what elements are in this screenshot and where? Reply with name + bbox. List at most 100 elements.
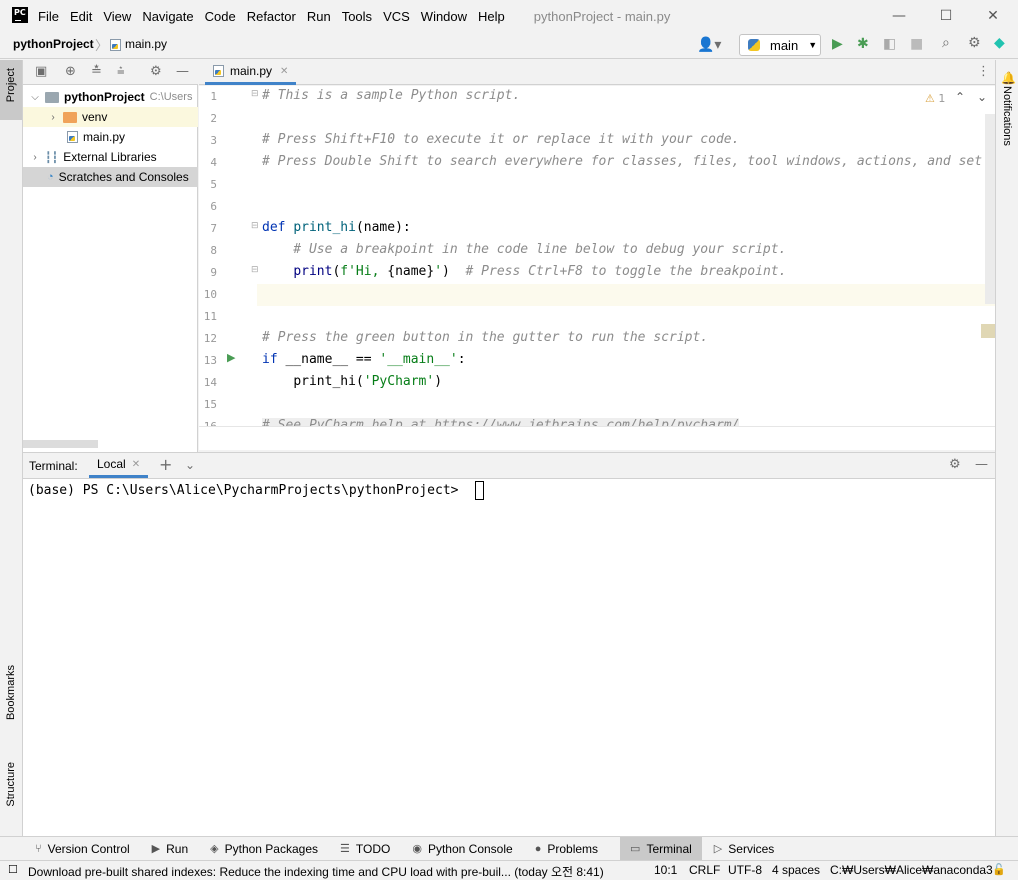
- tool-tab-structure[interactable]: Structure: [5, 762, 17, 807]
- python-interpreter[interactable]: C:₩Users₩Alice₩anaconda3: [830, 863, 993, 877]
- horizontal-scrollbar[interactable]: [23, 440, 98, 448]
- terminal-tab-local[interactable]: Local ✕: [89, 453, 149, 478]
- breadcrumb-project[interactable]: pythonProject: [13, 37, 94, 51]
- previous-highlight-icon[interactable]: ⌃: [955, 90, 965, 104]
- window-title: pythonProject - main.py: [533, 8, 671, 24]
- menu-refactor[interactable]: Refactor: [247, 9, 296, 24]
- tree-item-main-py[interactable]: main.py: [23, 127, 198, 147]
- new-tab-plus-icon[interactable]: +: [159, 457, 172, 473]
- terminal-settings-gear-icon[interactable]: ⚙: [949, 457, 961, 473]
- tool-todo[interactable]: ☰ TODO: [340, 837, 400, 861]
- tool-run[interactable]: ▶ Run: [152, 837, 198, 861]
- tree-item-scratches[interactable]: ◔ Scratches and Consoles: [23, 167, 198, 187]
- chevron-right-icon[interactable]: ›: [29, 152, 41, 163]
- menu-help[interactable]: Help: [478, 9, 505, 24]
- user-icon[interactable]: 👤▾: [697, 37, 721, 53]
- fold-icon[interactable]: ⊟: [251, 89, 259, 99]
- menu-code[interactable]: Code: [205, 9, 236, 24]
- services-icon: ▷: [713, 843, 723, 855]
- tool-label: Problems: [547, 841, 599, 856]
- settings-gear-icon[interactable]: ⚙: [968, 35, 981, 51]
- select-opened-file-icon[interactable]: ▣: [35, 64, 47, 80]
- tree-item-project-root[interactable]: ⌵ pythonProject C:\Users: [23, 87, 198, 107]
- coverage-icon[interactable]: ◧: [883, 36, 896, 52]
- menu-file[interactable]: File: [38, 9, 59, 24]
- warning-indicator[interactable]: ⚠ 1: [925, 92, 945, 105]
- menu-window[interactable]: Window: [421, 9, 467, 24]
- tool-tab-notifications[interactable]: Notifications: [1001, 86, 1013, 146]
- stop-icon[interactable]: ■: [910, 36, 923, 52]
- run-icon[interactable]: ▶: [832, 36, 843, 52]
- menu-vcs[interactable]: VCS: [383, 9, 410, 24]
- caret-position[interactable]: 10:1: [654, 863, 677, 877]
- fold-icon[interactable]: ⊟: [251, 221, 259, 231]
- indent-setting[interactable]: 4 spaces: [772, 863, 820, 877]
- tool-window-bar: ⑂ Version Control ▶ Run ◈ Python Packages ☰…: [0, 836, 1018, 861]
- editor-tab-bar: main.py ✕ ⋮: [199, 60, 995, 85]
- hide-panel-icon[interactable]: —: [176, 64, 189, 80]
- menu-tools[interactable]: Tools: [342, 9, 372, 24]
- code-line-9: print(f'Hi, {name}') # Press Ctrl+F8 to …: [293, 264, 787, 279]
- line-number: 9: [210, 266, 217, 279]
- scratches-icon: ◔: [47, 171, 54, 183]
- menu-edit[interactable]: Edit: [70, 9, 92, 24]
- menu-view[interactable]: View: [103, 9, 131, 24]
- run-gutter-icon[interactable]: ▶: [227, 351, 235, 364]
- line-separator[interactable]: CRLF: [689, 863, 720, 877]
- maximize-icon[interactable]: ☐: [936, 6, 956, 26]
- chevron-down-icon[interactable]: ⌵: [29, 92, 41, 103]
- status-message[interactable]: Download pre-built shared indexes: Reduc…: [28, 863, 604, 880]
- more-options-icon[interactable]: ⋮: [977, 64, 990, 80]
- status-toggle-icon[interactable]: ☐: [8, 863, 18, 876]
- tree-item-external-libraries[interactable]: › ┇┇ External Libraries: [23, 147, 198, 167]
- tree-item-scratches-label: Scratches and Consoles: [58, 170, 189, 184]
- tree-item-venv-label: venv: [82, 110, 108, 124]
- code-line-4: # Press Double Shift to search everywher…: [262, 154, 983, 169]
- search-icon[interactable]: ⌕: [942, 35, 950, 51]
- chevron-down-icon[interactable]: ⌄: [185, 457, 195, 473]
- terminal-output[interactable]: (base) PS C:\Users\Alice\PycharmProjects…: [23, 479, 995, 836]
- tool-tab-bookmarks[interactable]: Bookmarks: [5, 665, 17, 720]
- tool-python-console[interactable]: ◉ Python Console: [412, 837, 522, 861]
- menu-navigate[interactable]: Navigate: [142, 9, 193, 24]
- tool-version-control[interactable]: ⑂ Version Control: [35, 837, 140, 861]
- status-bar: ☐ Download pre-built shared indexes: Red…: [0, 860, 1018, 880]
- project-panel: ▣ ⊕ ≛ ⩮ ⚙ — ⌵ pythonProject C:\Users › v…: [23, 60, 198, 452]
- vertical-scrollbar[interactable]: [985, 114, 995, 304]
- hide-terminal-icon[interactable]: —: [975, 457, 988, 473]
- lock-icon[interactable]: 🔓: [992, 863, 1006, 876]
- chevron-right-icon[interactable]: ›: [47, 112, 59, 123]
- tool-python-packages[interactable]: ◈ Python Packages: [210, 837, 328, 861]
- locate-icon[interactable]: ⊕: [65, 64, 76, 80]
- tab-main-py[interactable]: main.py ✕: [205, 60, 297, 85]
- jetbrains-ai-icon[interactable]: ◆: [994, 35, 1005, 51]
- bell-icon[interactable]: 🔔: [1001, 70, 1016, 86]
- tree-item-venv[interactable]: › venv: [23, 107, 198, 127]
- branch-icon: ⑂: [35, 842, 42, 855]
- gutter: 1 2 3 4 5 6 7 8 9 10 11 12 13 14 15 16 ▶…: [199, 86, 259, 426]
- file-encoding[interactable]: UTF-8: [728, 863, 762, 877]
- tree-item-external-libraries-label: External Libraries: [63, 150, 157, 164]
- code-line-16: # See PyCharm help at https://www.jetbra…: [262, 418, 740, 426]
- close-window-icon[interactable]: ✕: [983, 6, 1003, 26]
- close-tab-icon[interactable]: ✕: [280, 66, 288, 77]
- menu-run[interactable]: Run: [307, 9, 331, 24]
- collapse-all-icon[interactable]: ⩮: [117, 64, 125, 80]
- tool-services[interactable]: ▷ Services: [714, 837, 784, 861]
- breadcrumb-file[interactable]: main.py: [125, 37, 167, 51]
- chevron-down-icon: ▼: [808, 40, 818, 50]
- next-highlight-icon[interactable]: ⌄: [977, 90, 987, 104]
- tool-terminal[interactable]: ▭ Terminal: [620, 836, 702, 861]
- expand-all-icon[interactable]: ≛: [91, 64, 102, 80]
- code-editor[interactable]: 1 2 3 4 5 6 7 8 9 10 11 12 13 14 15 16 ▶…: [199, 86, 995, 426]
- debug-icon[interactable]: ✱: [857, 36, 869, 52]
- tool-tab-project[interactable]: Project: [0, 60, 22, 120]
- options-gear-icon[interactable]: ⚙: [150, 64, 162, 80]
- close-tab-icon[interactable]: ✕: [132, 459, 140, 470]
- minimize-icon[interactable]: —: [889, 6, 909, 26]
- line-number: 4: [210, 156, 217, 169]
- error-stripe-marker[interactable]: [981, 324, 995, 338]
- run-configuration-select[interactable]: main ▼: [739, 34, 821, 56]
- tool-problems[interactable]: ● Problems: [535, 837, 608, 861]
- fold-icon[interactable]: ⊟: [251, 265, 259, 275]
